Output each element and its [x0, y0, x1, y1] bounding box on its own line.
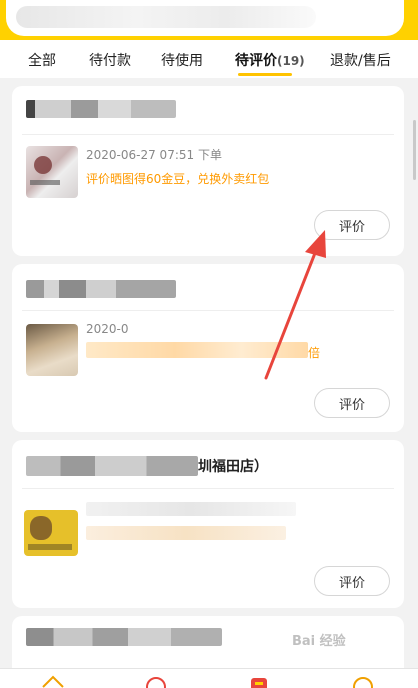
annotation-arrow — [264, 230, 326, 380]
bottom-navigation — [0, 668, 418, 688]
home-icon[interactable] — [40, 673, 66, 688]
compass-icon[interactable] — [143, 673, 169, 688]
orders-icon[interactable] — [246, 673, 272, 688]
watermark: Bai 经验 — [292, 634, 346, 649]
profile-icon[interactable] — [350, 673, 376, 688]
